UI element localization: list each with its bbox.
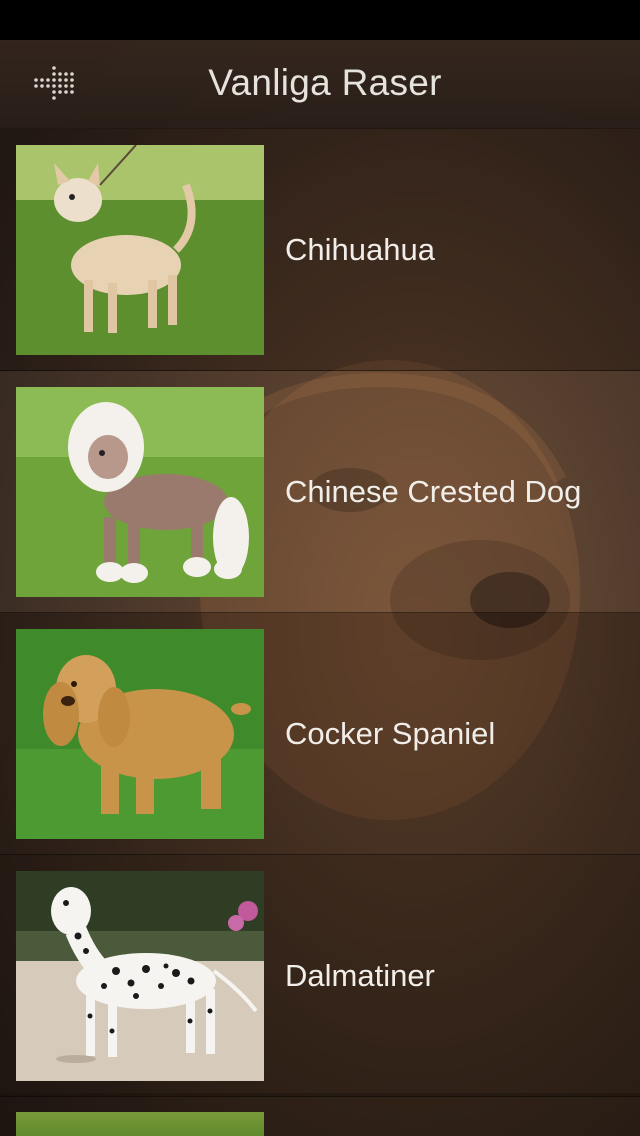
list-item-chihuahua[interactable]: Chihuahua	[0, 129, 640, 371]
status-bar	[0, 0, 640, 40]
page-title: Vanliga Raser	[208, 62, 442, 103]
list-item-partial[interactable]	[0, 1093, 640, 1136]
chinese-crested-photo	[16, 387, 264, 597]
screen: Vanliga Raser Chihuahua Chinese Crested …	[0, 0, 640, 1136]
navigation-bar: Vanliga Raser	[0, 40, 640, 129]
breed-name: Chinese Crested Dog	[285, 474, 582, 509]
cocker-spaniel-photo	[16, 629, 264, 839]
breed-name: Chihuahua	[285, 232, 435, 267]
dalmatian-photo	[16, 871, 264, 1081]
breed-name: Cocker Spaniel	[285, 716, 496, 751]
breed-list: Chihuahua Chinese Crested Dog Cocker Spa…	[0, 129, 640, 1097]
chihuahua-photo	[16, 145, 264, 355]
list-item-cocker-spaniel[interactable]: Cocker Spaniel	[0, 613, 640, 855]
list-item-dalmatiner[interactable]: Dalmatiner	[0, 855, 640, 1097]
breed-name: Dalmatiner	[285, 958, 435, 993]
list-item-chinese-crested-dog[interactable]: Chinese Crested Dog	[0, 371, 640, 613]
partial-photo	[16, 1112, 264, 1136]
